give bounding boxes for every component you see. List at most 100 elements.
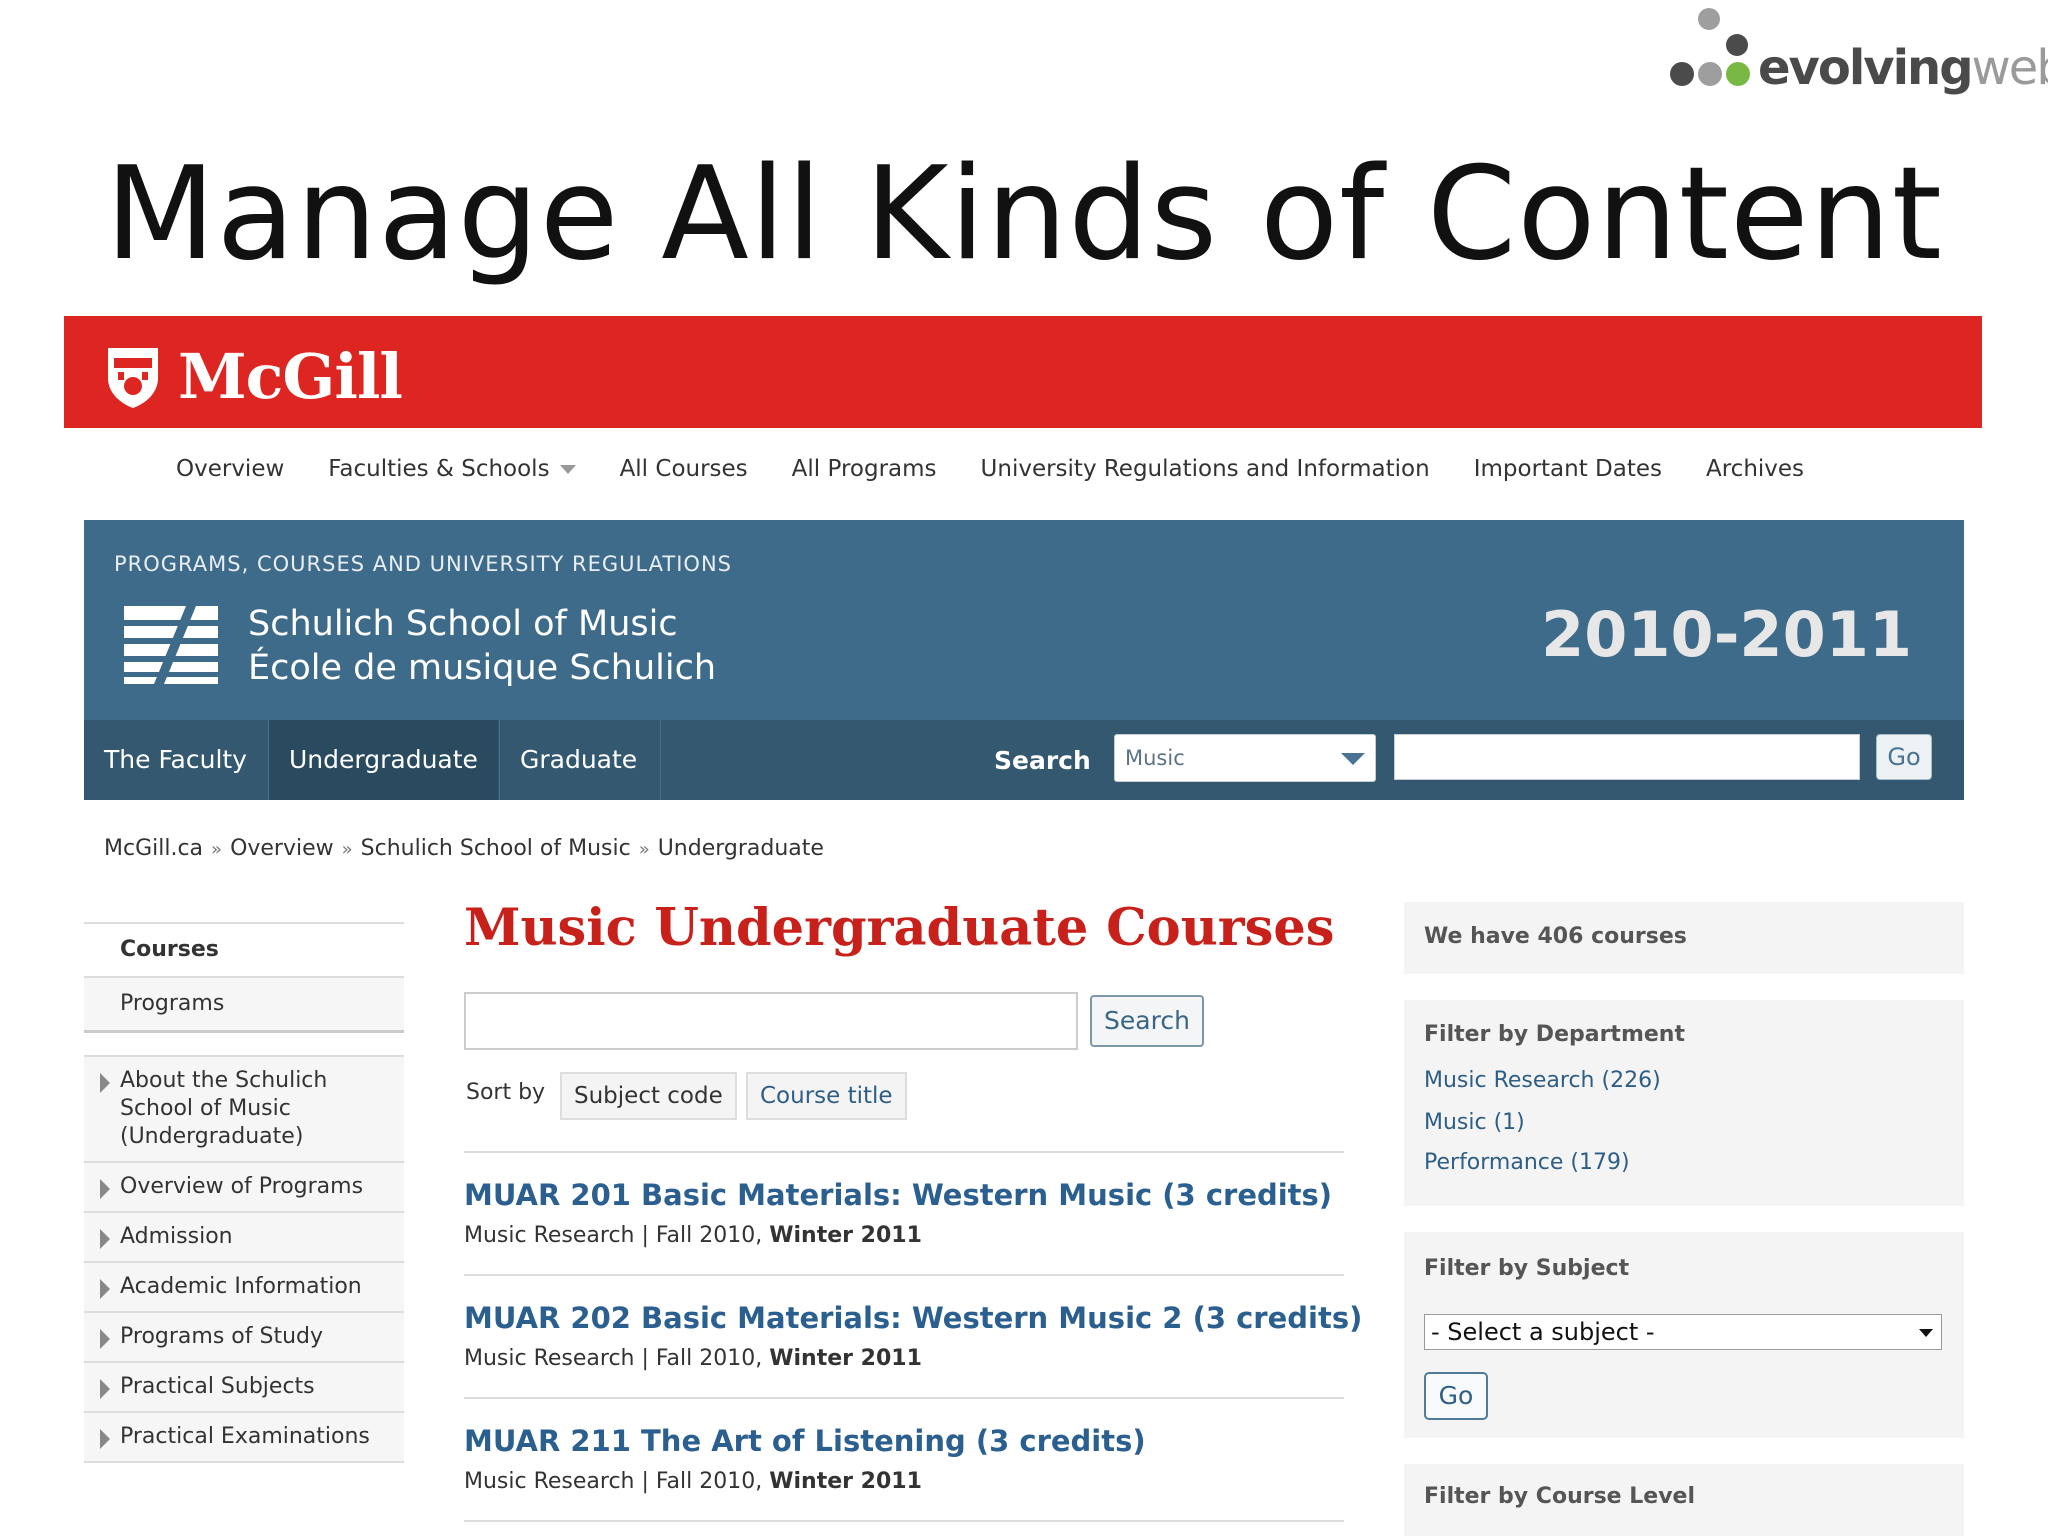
course-terms: Fall 2010, bbox=[655, 1469, 763, 1494]
expand-triangle-icon bbox=[100, 1429, 110, 1449]
topnav-faculties-schools[interactable]: Faculties & Schools bbox=[328, 456, 576, 482]
divider bbox=[464, 1274, 1344, 1276]
course-search-input[interactable] bbox=[464, 992, 1078, 1050]
sidebar-item-about[interactable]: About the Schulich School of Music (Unde… bbox=[84, 1055, 404, 1163]
topnav-overview[interactable]: Overview bbox=[176, 456, 284, 482]
topnav-important-dates[interactable]: Important Dates bbox=[1474, 456, 1662, 482]
sort-course-title-button[interactable]: Course title bbox=[746, 1072, 907, 1120]
filter-level-heading: Filter by Course Level bbox=[1424, 1484, 1695, 1509]
chevron-down-icon bbox=[1341, 753, 1365, 765]
logo-dot bbox=[1698, 62, 1722, 86]
filter-department-box: Filter by Department Music Research (226… bbox=[1404, 1000, 1964, 1206]
logo-dot bbox=[1670, 62, 1694, 86]
sort-subject-code-button[interactable]: Subject code bbox=[560, 1072, 737, 1120]
breadcrumb-current: Undergraduate bbox=[657, 836, 824, 861]
sidebar-item-overview-programs[interactable]: Overview of Programs bbox=[84, 1163, 404, 1213]
sidebar-item-practical-subjects[interactable]: Practical Subjects bbox=[84, 1363, 404, 1413]
breadcrumb-separator: » bbox=[638, 839, 650, 860]
course-dept: Music Research bbox=[464, 1469, 635, 1494]
expand-triangle-icon bbox=[100, 1379, 110, 1399]
mcgill-wordmark: McGill bbox=[178, 340, 403, 413]
dropdown-caret-icon bbox=[559, 465, 576, 474]
course-search-button[interactable]: Search bbox=[1090, 995, 1204, 1047]
header-search-input[interactable] bbox=[1394, 734, 1860, 780]
sidebar-item-admission[interactable]: Admission bbox=[84, 1213, 404, 1263]
subject-go-button[interactable]: Go bbox=[1424, 1372, 1488, 1420]
divider bbox=[464, 1151, 1344, 1153]
faculty-subnav: The Faculty Undergraduate Graduate Searc… bbox=[84, 720, 1964, 800]
divider bbox=[464, 1397, 1344, 1399]
school-name: Schulich School of Music École de musiqu… bbox=[248, 602, 716, 690]
course-terms: Fall 2010, bbox=[655, 1223, 763, 1248]
course-link[interactable]: MUAR 211 The Art of Listening (3 credits… bbox=[464, 1424, 1146, 1458]
filter-department-heading: Filter by Department bbox=[1424, 1022, 1685, 1047]
expand-triangle-icon bbox=[100, 1179, 110, 1199]
tab-graduate[interactable]: Graduate bbox=[500, 720, 657, 800]
sidebar-item-label: Practical Examinations bbox=[120, 1424, 370, 1449]
header-search-go-button[interactable]: Go bbox=[1876, 734, 1932, 780]
course-link[interactable]: MUAR 201 Basic Materials: Western Music … bbox=[464, 1178, 1332, 1212]
sidebar-item-label: Practical Subjects bbox=[120, 1374, 315, 1399]
filter-subject-heading: Filter by Subject bbox=[1424, 1256, 1630, 1281]
logo-dot bbox=[1726, 34, 1748, 56]
logo-dot bbox=[1726, 62, 1750, 86]
filter-dept-music-research[interactable]: Music Research (226) bbox=[1424, 1068, 1661, 1093]
sidebar-item-academic-info[interactable]: Academic Information bbox=[84, 1263, 404, 1313]
course-count: We have 406 courses bbox=[1424, 924, 1687, 949]
course-meta: Music Research | Fall 2010, Winter 2011 bbox=[464, 1223, 922, 1248]
course-meta: Music Research | Fall 2010, Winter 2011 bbox=[464, 1469, 922, 1494]
course-term-current: Winter 2011 bbox=[769, 1346, 922, 1371]
expand-triangle-icon bbox=[100, 1329, 110, 1349]
sidebar-item-label: Overview of Programs bbox=[120, 1174, 364, 1199]
sidebar-item-programs-of-study[interactable]: Programs of Study bbox=[84, 1313, 404, 1363]
course-meta: Music Research | Fall 2010, Winter 2011 bbox=[464, 1346, 922, 1371]
course-term-current: Winter 2011 bbox=[769, 1469, 922, 1494]
sidebar-item-practical-exams[interactable]: Practical Examinations bbox=[84, 1413, 404, 1463]
topnav-regulations[interactable]: University Regulations and Information bbox=[981, 456, 1430, 482]
faculty-banner: PROGRAMS, COURSES AND UNIVERSITY REGULAT… bbox=[84, 520, 1964, 720]
evolvingweb-logo: evolvingweb bbox=[1662, 4, 2048, 104]
sidebar-item-label: Academic Information bbox=[120, 1274, 362, 1299]
sidebar-tab-courses[interactable]: Courses bbox=[84, 922, 404, 976]
filter-subject-box: Filter by Subject - Select a subject - G… bbox=[1404, 1232, 1964, 1438]
mcgill-crest-icon bbox=[108, 347, 158, 408]
tab-the-faculty[interactable]: The Faculty bbox=[84, 720, 267, 800]
subject-select-value: - Select a subject - bbox=[1431, 1318, 1655, 1346]
topnav-all-courses[interactable]: All Courses bbox=[620, 456, 748, 482]
topnav-all-programs[interactable]: All Programs bbox=[792, 456, 937, 482]
topnav-faculties-label: Faculties & Schools bbox=[328, 456, 550, 482]
sidebar-item-label: Programs of Study bbox=[120, 1324, 323, 1349]
expand-triangle-icon bbox=[100, 1229, 110, 1249]
breadcrumb-schulich[interactable]: Schulich School of Music bbox=[361, 836, 631, 861]
logo-wordmark: evolvingweb bbox=[1758, 40, 2048, 96]
breadcrumb-overview[interactable]: Overview bbox=[230, 836, 334, 861]
course-dept: Music Research bbox=[464, 1223, 635, 1248]
subject-select[interactable]: - Select a subject - bbox=[1424, 1314, 1942, 1350]
search-label: Search bbox=[994, 746, 1091, 775]
divider bbox=[464, 1520, 1344, 1522]
sidebar-tab-programs[interactable]: Programs bbox=[84, 976, 404, 1033]
course-link[interactable]: MUAR 202 Basic Materials: Western Music … bbox=[464, 1301, 1362, 1335]
filter-dept-performance[interactable]: Performance (179) bbox=[1424, 1150, 1630, 1175]
course-terms: Fall 2010, bbox=[655, 1346, 763, 1371]
course-dept: Music Research bbox=[464, 1346, 635, 1371]
sidebar-item-label: Admission bbox=[120, 1224, 233, 1249]
breadcrumb-separator: » bbox=[341, 839, 353, 860]
left-sidebar: Courses Programs About the Schulich Scho… bbox=[84, 922, 404, 1463]
schulich-logo-icon bbox=[124, 606, 218, 684]
search-scope-select[interactable]: Music bbox=[1114, 734, 1376, 782]
filter-level-box: Filter by Course Level bbox=[1404, 1464, 1964, 1536]
logo-dot bbox=[1698, 8, 1720, 30]
mcgill-home-link[interactable]: McGill bbox=[104, 340, 403, 413]
breadcrumb-mcgill[interactable]: McGill.ca bbox=[104, 836, 203, 861]
course-term-current: Winter 2011 bbox=[769, 1223, 922, 1248]
filter-dept-music[interactable]: Music (1) bbox=[1424, 1110, 1525, 1135]
search-scope-value: Music bbox=[1125, 746, 1185, 770]
breadcrumb: McGill.ca » Overview » Schulich School of Mu… bbox=[104, 836, 824, 861]
chevron-down-icon bbox=[1919, 1329, 1933, 1337]
tab-undergraduate[interactable]: Undergraduate bbox=[269, 720, 498, 800]
mcgill-header: McGill bbox=[64, 316, 1982, 428]
tab-divider bbox=[660, 720, 661, 800]
slide-title: Manage All Kinds of Content bbox=[105, 140, 1943, 289]
topnav-archives[interactable]: Archives bbox=[1706, 456, 1804, 482]
